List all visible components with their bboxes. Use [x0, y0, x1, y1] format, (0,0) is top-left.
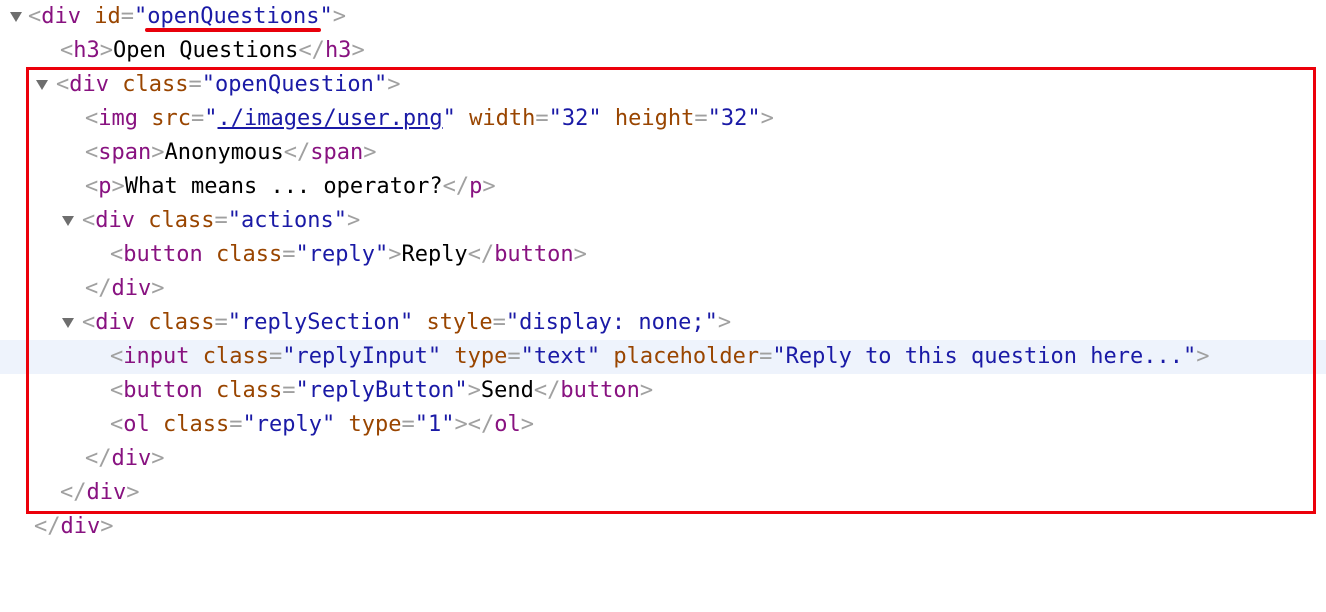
attr-name: class [163, 412, 230, 437]
text-node: Open Questions [113, 38, 299, 63]
attr-name: src [151, 106, 191, 131]
tag-name: h3 [73, 38, 100, 63]
attr-name: class [215, 242, 283, 267]
tag-name: span [310, 140, 364, 165]
attr-name: height [614, 106, 695, 131]
expand-triangle-icon[interactable] [36, 80, 48, 90]
attr-value: reply [308, 242, 375, 267]
tag-name: ol [123, 412, 150, 437]
attr-value: display: none; [519, 310, 705, 335]
tag-name: input [123, 344, 190, 369]
text-node: Anonymous [164, 140, 284, 165]
attr-value: reply [255, 412, 322, 437]
attr-value-id[interactable]: openQuestions [145, 0, 322, 34]
img-src-link[interactable]: ./images/user.png [218, 106, 443, 131]
dom-node-span[interactable]: <span>Anonymous</span> [0, 136, 1326, 170]
dom-node-div-openQuestions[interactable]: <div id="openQuestions"> [0, 0, 1326, 34]
attr-value: 32 [561, 106, 589, 131]
tag-name: ol [494, 412, 521, 437]
tag-name: button [123, 242, 203, 267]
dom-node-close-div[interactable]: </div> [0, 272, 1326, 306]
text-node: What means ... operator? [124, 174, 443, 199]
attr-name: class [202, 344, 269, 369]
tag-name: div [69, 72, 109, 97]
attr-name: placeholder [613, 344, 760, 369]
attr-name: type [454, 344, 508, 369]
attr-name: class [215, 378, 283, 403]
dom-node-p[interactable]: <p>What means ... operator?</p> [0, 170, 1326, 204]
attr-name: type [348, 412, 402, 437]
text-node: Reply [401, 242, 468, 267]
attr-value: openQuestion [214, 72, 374, 97]
tag-name: h3 [324, 38, 352, 63]
dom-node-div-replySection[interactable]: <div class="replySection" style="display… [0, 306, 1326, 340]
dom-node-div-actions[interactable]: <div class="actions"> [0, 204, 1326, 238]
dom-node-button-reply[interactable]: <button class="reply">Reply</button> [0, 238, 1326, 272]
tag-name: p [98, 174, 112, 199]
attr-value: replySection [240, 310, 400, 335]
dom-node-img[interactable]: <img src="./images/user.png" width="32" … [0, 102, 1326, 136]
dom-node-close-div[interactable]: </div> [0, 442, 1326, 476]
dom-node-input-replyInput[interactable]: <input class="replyInput" type="text" pl… [0, 340, 1326, 374]
tag-name: button [123, 378, 203, 403]
attr-value: Reply to this question here... [785, 344, 1183, 369]
attr-value: 1 [427, 412, 442, 437]
tag-name: div [95, 208, 135, 233]
text-node: Send [480, 378, 534, 403]
tag-name: p [469, 174, 483, 199]
attr-value: replyInput [295, 344, 428, 369]
attr-name: width [469, 106, 536, 131]
dom-node-h3[interactable]: <h3>Open Questions</h3> [0, 34, 1326, 68]
dom-node-button-replyButton[interactable]: <button class="replyButton">Send</button… [0, 374, 1326, 408]
attr-name: id [94, 4, 121, 29]
tag-name: div [111, 446, 152, 471]
tag-name: div [86, 480, 127, 505]
elements-dom-tree: <div id="openQuestions"> <h3>Open Questi… [0, 0, 1326, 544]
expand-triangle-icon[interactable] [10, 12, 22, 22]
attr-value: 32 [720, 106, 748, 131]
dom-node-ol-reply[interactable]: <ol class="reply" type="1"></ol> [0, 408, 1326, 442]
tag-name: img [98, 106, 138, 131]
attr-name: class [148, 208, 215, 233]
attr-name: class [148, 310, 215, 335]
dom-node-close-div[interactable]: </div> [0, 476, 1326, 510]
attr-value: text [533, 344, 587, 369]
tag-name: div [41, 4, 81, 29]
dom-node-close-div[interactable]: </div> [0, 510, 1326, 544]
expand-triangle-icon[interactable] [62, 318, 74, 328]
tag-name: div [111, 276, 152, 301]
tag-name: div [95, 310, 135, 335]
attr-name: style [426, 310, 493, 335]
tag-name: button [494, 242, 574, 267]
attr-value: actions [240, 208, 334, 233]
attr-name: class [122, 72, 189, 97]
expand-triangle-icon[interactable] [62, 216, 74, 226]
dom-node-div-openQuestion[interactable]: <div class="openQuestion"> [0, 68, 1326, 102]
tag-name: div [60, 514, 101, 539]
tag-name: button [560, 378, 640, 403]
attr-value: replyButton [308, 378, 455, 403]
tag-name: span [98, 140, 152, 165]
